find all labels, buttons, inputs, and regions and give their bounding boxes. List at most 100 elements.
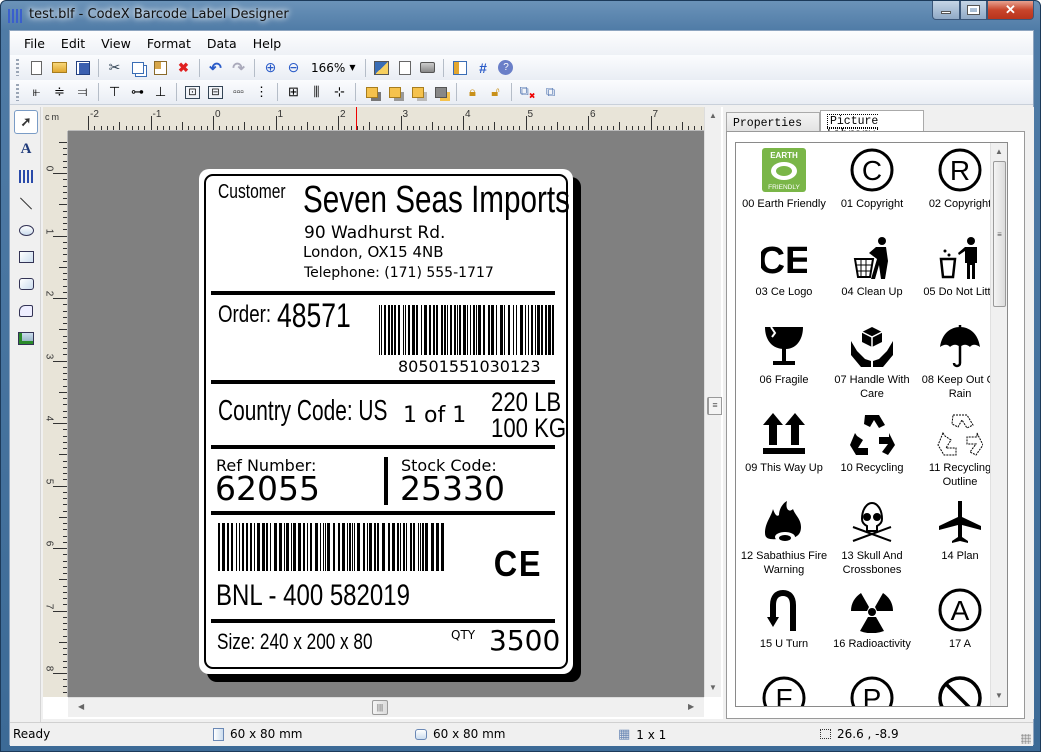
scroll-right-arrow[interactable]: ▶ — [688, 702, 694, 711]
text-tool[interactable]: A — [14, 137, 38, 161]
toolbar-grip[interactable] — [16, 83, 19, 101]
scroll-left-arrow[interactable]: ◀ — [78, 702, 84, 711]
picture-item[interactable]: 15 U Turn — [740, 583, 828, 671]
bring-to-front-button[interactable] — [360, 82, 383, 102]
menu-view[interactable]: View — [93, 36, 139, 51]
picture-item[interactable]: 06 Fragile — [740, 319, 828, 407]
center-horizontally-button[interactable]: ⊡ — [181, 82, 204, 102]
toolbar-grip[interactable] — [16, 59, 19, 76]
company-name[interactable]: Seven Seas Imports — [303, 179, 570, 222]
line-tool[interactable] — [14, 191, 38, 215]
grid-button[interactable]: # — [471, 58, 494, 78]
zoom-out-button[interactable]: ⊖ — [282, 58, 305, 78]
align-middle-button[interactable]: ⊶ — [126, 82, 149, 102]
divider-line[interactable] — [211, 511, 555, 515]
polygon-tool[interactable] — [14, 299, 38, 323]
save-button[interactable] — [71, 58, 94, 78]
vertical-divider[interactable] — [384, 457, 388, 505]
same-height-button[interactable]: ⫼ — [305, 82, 328, 102]
space-horizontally-button[interactable]: ▫▫▫ — [227, 82, 250, 102]
lock-button[interactable]: 🔒︎ — [461, 82, 484, 102]
divider-line[interactable] — [211, 445, 555, 449]
product-barcode-text[interactable]: BNL - 400 582019 — [216, 579, 410, 613]
align-top-button[interactable]: ⊤ — [103, 82, 126, 102]
scroll-up-arrow[interactable]: ▲ — [995, 147, 1003, 156]
scroll-up-arrow[interactable]: ▲ — [709, 111, 717, 120]
picture-item[interactable]: 13 Skull And Crossbones — [828, 495, 916, 583]
picture-item[interactable]: 16 Radioactivity — [828, 583, 916, 671]
same-size-button[interactable]: ⊹ — [328, 82, 351, 102]
redo-button[interactable]: ↷ — [227, 58, 250, 78]
order-caption[interactable]: Order: — [218, 301, 271, 329]
close-button[interactable]: ✕ — [987, 1, 1034, 20]
picture-scroll-thumb[interactable]: ≡ — [993, 161, 1006, 307]
paste-button[interactable] — [149, 58, 172, 78]
picture-item[interactable]: 09 This Way Up — [740, 407, 828, 495]
ellipse-tool[interactable] — [14, 218, 38, 242]
stock-code-value[interactable]: 25330 — [400, 469, 505, 508]
menu-file[interactable]: File — [16, 36, 53, 51]
panel-splitter-handle[interactable]: ≡ — [708, 397, 722, 415]
maximize-button[interactable] — [960, 1, 987, 20]
picture-item[interactable]: EARTH FRIENDLY 00 Earth Friendly — [740, 143, 828, 231]
picture-item[interactable]: 04 Clean Up — [828, 231, 916, 319]
picture-item[interactable]: C 01 Copyright — [828, 143, 916, 231]
new-file-button[interactable] — [25, 58, 48, 78]
picture-item[interactable]: 10 Recycling — [828, 407, 916, 495]
horizontal-scrollbar[interactable]: ◀ ||| ▶ — [68, 697, 704, 717]
picture-item[interactable]: F — [740, 671, 828, 706]
help-button[interactable]: ? — [494, 58, 517, 78]
picture-list-scrollbar[interactable]: ▲ ≡ ▼ — [990, 143, 1007, 706]
page-setup-button[interactable] — [370, 58, 393, 78]
menu-data[interactable]: Data — [199, 36, 245, 51]
piece-count[interactable]: 1 of 1 — [403, 403, 466, 428]
product-barcode[interactable] — [218, 523, 444, 571]
delete-button[interactable]: ✖ — [172, 58, 195, 78]
design-workspace[interactable]: Customer Seven Seas Imports 90 Wadhurst … — [68, 131, 704, 697]
unlock-button[interactable]: 🔓︎ — [484, 82, 507, 102]
address-line1[interactable]: 90 Wadhurst Rd. — [304, 223, 445, 243]
align-center-button[interactable]: ≑ — [48, 82, 71, 102]
divider-line[interactable] — [211, 619, 555, 623]
scroll-down-arrow[interactable]: ▼ — [709, 683, 717, 692]
label-page[interactable]: Customer Seven Seas Imports 90 Wadhurst … — [199, 169, 573, 674]
order-barcode[interactable] — [379, 305, 557, 355]
open-button[interactable] — [48, 58, 71, 78]
center-vertically-button[interactable]: ⊟ — [204, 82, 227, 102]
undo-button[interactable]: ↶ — [204, 58, 227, 78]
picture-item[interactable]: P — [828, 671, 916, 706]
divider-line[interactable] — [211, 291, 555, 295]
copy-button[interactable] — [126, 58, 149, 78]
address-line2[interactable]: London, OX15 4NB — [303, 243, 444, 261]
rectangle-tool[interactable] — [14, 245, 38, 269]
picture-item[interactable]: 12 Sabathius Fire Warning — [740, 495, 828, 583]
size-text[interactable]: Size: 240 x 200 x 80 — [217, 629, 373, 655]
send-backward-button[interactable] — [429, 82, 452, 102]
zoom-in-button[interactable]: ⊕ — [259, 58, 282, 78]
order-barcode-text[interactable]: 80501551030123 — [398, 357, 541, 376]
picture-tool[interactable] — [14, 326, 38, 350]
cut-button[interactable]: ✂ — [103, 58, 126, 78]
ref-number-value[interactable]: 62055 — [215, 469, 320, 508]
database-button[interactable] — [448, 58, 471, 78]
telephone[interactable]: Telephone: (171) 555-1717 — [304, 265, 494, 281]
scroll-down-arrow[interactable]: ▼ — [995, 691, 1003, 700]
link-data-source-button[interactable]: ⧉ — [539, 82, 562, 102]
remove-data-source-button[interactable]: ⧉✖ — [516, 82, 539, 102]
weight-kg[interactable]: 100 KG — [491, 413, 566, 444]
align-right-button[interactable]: ⫤ — [71, 82, 94, 102]
align-bottom-button[interactable]: ⊥ — [149, 82, 172, 102]
space-vertically-button[interactable]: ⋮ — [250, 82, 273, 102]
customer-caption[interactable]: Customer — [218, 181, 286, 204]
rounded-rectangle-tool[interactable] — [14, 272, 38, 296]
select-tool[interactable]: ➚ — [14, 110, 38, 134]
align-left-button[interactable]: ⫦ — [25, 82, 48, 102]
zoom-level-dropdown[interactable]: 166% ▼ — [305, 61, 361, 75]
order-number[interactable]: 48571 — [277, 297, 351, 336]
menu-help[interactable]: Help — [245, 36, 290, 51]
divider-line[interactable] — [211, 380, 555, 384]
same-width-button[interactable]: ⊞ — [282, 82, 305, 102]
resize-grip[interactable] — [1021, 734, 1031, 744]
ce-mark[interactable]: CE — [494, 543, 543, 585]
menu-format[interactable]: Format — [139, 36, 199, 51]
